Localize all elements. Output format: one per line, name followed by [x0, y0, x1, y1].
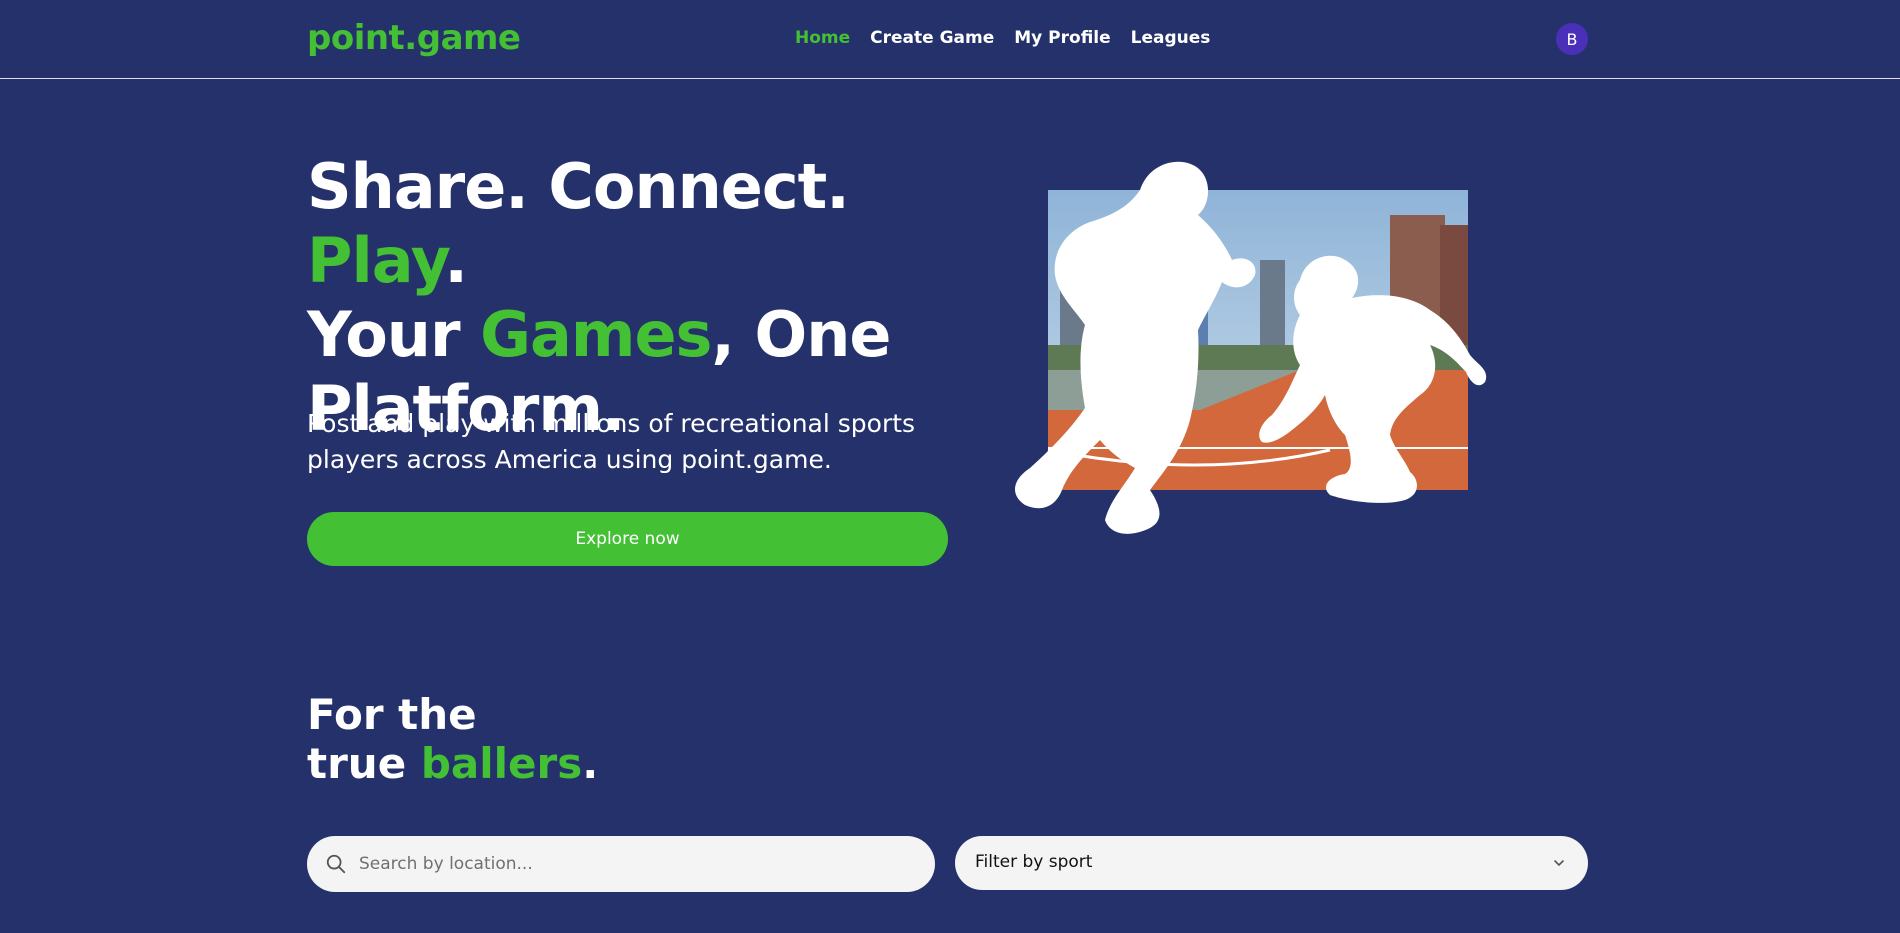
location-search[interactable] [307, 836, 935, 892]
search-icon [326, 854, 346, 874]
section-title-dot: . [582, 739, 599, 788]
section-title-true: true [307, 739, 421, 788]
sport-filter-select[interactable]: Filter by sport [955, 836, 1588, 890]
chevron-down-icon [1554, 860, 1564, 867]
section-title-line1: For the [307, 690, 477, 739]
hero-title-your: Your [307, 298, 481, 371]
section-title-ballers: ballers [420, 739, 583, 788]
hero-title-dot: . [444, 224, 468, 297]
section-title: For the true ballers. [307, 690, 807, 788]
hero-subtitle: Post and play with millions of recreatio… [307, 409, 916, 474]
sport-filter-label: Filter by sport [975, 852, 1093, 872]
nav-home[interactable]: Home [795, 28, 850, 48]
main-nav: Home Create Game My Profile Leagues [795, 28, 1210, 48]
avatar[interactable]: B [1556, 23, 1588, 55]
basketball-players-illustration [1014, 161, 1487, 534]
hero-title-share: Share. Connect. [307, 150, 850, 223]
hero-title-play: Play [307, 224, 445, 297]
logo[interactable]: point.game [307, 18, 521, 58]
nav-create-game[interactable]: Create Game [870, 28, 994, 48]
search-input[interactable] [359, 836, 919, 892]
hero-title: Share. Connect. Play. Your Games, One Pl… [307, 150, 1027, 446]
nav-leagues[interactable]: Leagues [1131, 28, 1211, 48]
nav-my-profile[interactable]: My Profile [1014, 28, 1110, 48]
hero-title-games: Games [480, 298, 712, 371]
top-header: point.game Home Create Game My Profile L… [0, 0, 1900, 79]
explore-now-button[interactable]: Explore now [307, 512, 948, 566]
